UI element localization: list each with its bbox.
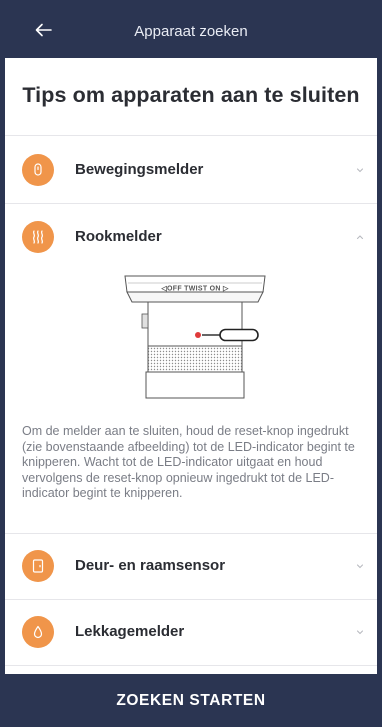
section-label: Rookmelder <box>75 228 162 245</box>
section-lekkagemelder[interactable]: Lekkagemelder <box>5 599 377 665</box>
section-label: Lekkagemelder <box>75 623 185 640</box>
start-search-button[interactable]: ZOEKEN STARTEN <box>0 674 382 727</box>
section-bewegingsmelder[interactable]: Bewegingsmelder <box>5 137 377 203</box>
section-rookmelder[interactable]: Rookmelder <box>5 204 377 270</box>
screen-title: Apparaat zoeken <box>134 23 248 40</box>
smoke-detector-illustration: ◁OFF TWIST ON ▷ <box>124 275 266 399</box>
motion-sensor-icon <box>34 163 42 176</box>
door-sensor-icon <box>32 559 44 573</box>
chevron-down-icon[interactable] <box>355 628 365 636</box>
dial-label: ◁OFF TWIST ON ▷ <box>160 286 229 293</box>
water-drop-icon <box>33 625 43 639</box>
page-title: Tips om apparaten aan te sluiten <box>22 83 360 107</box>
chevron-down-icon[interactable] <box>355 562 365 570</box>
chevron-down-icon[interactable] <box>355 166 365 174</box>
section-deur-raamsensor[interactable]: Deur- en raamsensor <box>5 533 377 599</box>
smoke-detector-instructions: Om de melder aan te sluiten, houd de res… <box>22 424 355 500</box>
divider <box>5 135 377 136</box>
start-search-label: ZOEKEN STARTEN <box>116 691 266 709</box>
divider <box>5 665 377 666</box>
chevron-up-icon[interactable] <box>355 233 365 241</box>
smoke-badge <box>22 221 54 253</box>
section-label: Bewegingsmelder <box>75 161 204 178</box>
door-sensor-badge <box>22 550 54 582</box>
top-bar: Apparaat zoeken <box>0 0 382 58</box>
leak-detector-badge <box>22 616 54 648</box>
motion-sensor-badge <box>22 154 54 186</box>
smoke-wave-icon <box>32 230 44 244</box>
section-label: Deur- en raamsensor <box>75 557 226 574</box>
